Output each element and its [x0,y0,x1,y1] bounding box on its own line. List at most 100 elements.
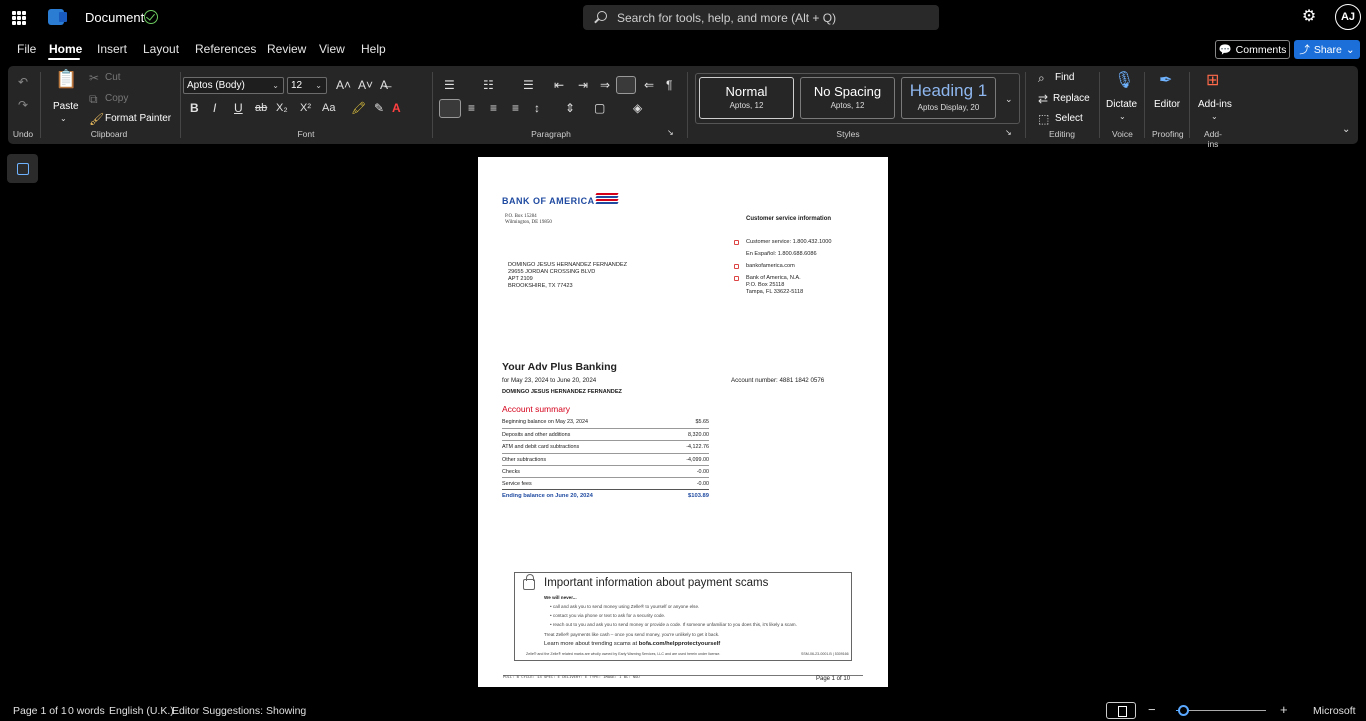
style-no-spacing[interactable]: No Spacing Aptos, 12 [800,77,895,119]
copy-button[interactable]: Copy [105,93,128,104]
tab-home[interactable]: Home [49,42,82,56]
highlighter-icon[interactable]: 🖍 [351,101,366,115]
cloud-saved-icon[interactable] [144,10,158,24]
chevron-down-icon: ⌄ [1345,43,1355,56]
line-spacing-icon[interactable]: ↕ [534,101,540,115]
status-language[interactable]: English (U.K.) [109,705,174,717]
footer-page-number: Page 1 of 10 [816,676,851,682]
tab-insert[interactable]: Insert [97,42,127,56]
font-size-select[interactable]: 12 ⌄ [287,77,327,94]
font-family-value: Aptos (Body) [187,80,245,91]
scam-we-will-never: We will never... [544,595,577,600]
clipboard-icon[interactable]: 📋 [55,70,77,88]
tab-layout[interactable]: Layout [143,42,179,56]
document-title[interactable]: Document [85,10,144,25]
paragraph-spacing-icon[interactable]: ⇕ [565,101,575,115]
replace-button[interactable]: Replace [1053,93,1090,104]
dialog-launcher-icon[interactable]: ↘ [667,126,674,140]
collapse-ribbon-icon[interactable]: ⌄ [1342,123,1350,137]
tab-view[interactable]: View [319,42,345,56]
subscript-button[interactable]: X₂ [276,101,288,115]
search-input[interactable]: Search for tools, help, and more (Alt + … [583,5,939,30]
add-ins-icon[interactable]: ⊞ [1206,73,1219,89]
microphone-icon[interactable]: 🎙 [1114,73,1134,89]
dialog-launcher-icon[interactable]: ↘ [1005,126,1012,140]
summary-row: ATM and debit card subtractions -4,122.76 [502,440,709,452]
font-family-select[interactable]: Aptos (Body) ⌄ [183,77,284,94]
tab-help[interactable]: Help [361,42,386,56]
increase-indent-icon[interactable]: ⇥ [578,78,588,92]
status-page[interactable]: Page 1 of 1 [13,705,67,717]
pilcrow-icon[interactable]: ¶ [666,78,672,92]
document-page[interactable]: BANK OF AMERICA P.O. Box 15284 Wilmingto… [478,157,888,687]
gear-icon[interactable]: ⚙ [1301,9,1317,25]
footer-code: PULL: B CYCLE: 14 SPEC: E DELIVERY: E TY… [503,676,640,680]
multilevel-list-icon[interactable]: ☰ [523,78,534,92]
select-button[interactable]: Select [1055,113,1083,124]
format-painter-icon: 🖌 [89,112,105,126]
navigation-pane-button[interactable] [7,154,38,183]
editor-button[interactable]: Editor [1154,99,1180,110]
add-ins-button[interactable]: Add-ins [1198,99,1232,110]
chevron-down-icon[interactable]: ⌄ [1119,110,1126,124]
share-label: Share [1313,43,1342,56]
find-button[interactable]: Find [1055,72,1074,83]
bullets-icon[interactable]: ☰ [444,78,455,92]
styles-more-icon[interactable]: ⌄ [1005,92,1013,106]
text-effects-icon[interactable]: ✎ [374,101,384,115]
decrease-indent-icon[interactable]: ⇤ [554,78,564,92]
numbering-icon[interactable]: ☷ [483,78,494,92]
tab-references[interactable]: References [195,42,256,56]
print-layout-button[interactable] [1106,702,1136,719]
status-editor-suggestions[interactable]: Editor Suggestions: Showing [172,705,306,717]
tab-file[interactable]: File [17,42,36,56]
style-desc: Aptos Display, 20 [917,103,980,112]
font-color-icon[interactable]: A [392,101,401,115]
redo-icon[interactable]: ↷ [18,98,28,112]
chevron-down-icon[interactable]: ⌄ [60,112,67,126]
share-button[interactable]: ⤴ Share ⌄ [1294,40,1360,59]
underline-button[interactable]: U [234,101,243,115]
editor-icon[interactable]: ✒ [1159,73,1172,89]
summary-total-value: $103.89 [688,493,709,500]
zoom-in-button[interactable]: + [1280,702,1288,717]
tab-review[interactable]: Review [267,42,306,56]
strikethrough-button[interactable]: ab [255,101,267,115]
comments-button[interactable]: 💬 Comments [1215,40,1290,59]
scam-footnote: Zelle® and the Zelle® related marks are … [526,652,721,656]
bold-button[interactable]: B [190,101,199,115]
undo-icon[interactable]: ↶ [18,75,28,89]
ltr-icon[interactable]: ⇒ [600,78,610,92]
shrink-font-icon[interactable]: A˅ [358,78,373,92]
word-logo-icon[interactable] [48,9,67,25]
zoom-slider[interactable] [1176,710,1266,711]
italic-button[interactable]: I [213,101,216,115]
align-right-icon[interactable]: ≡ [490,101,497,115]
style-heading-1[interactable]: Heading 1 Aptos Display, 20 [901,77,996,119]
justify-icon[interactable]: ≡ [512,101,519,115]
style-normal[interactable]: Normal Aptos, 12 [699,77,794,119]
shading-icon[interactable]: ◈ [633,101,642,115]
dictate-button[interactable]: Dictate [1106,99,1137,110]
zoom-out-button[interactable]: − [1148,702,1156,717]
rtl-icon[interactable]: ⇐ [644,78,654,92]
grow-font-icon[interactable]: A˄ [336,78,351,92]
change-case-button[interactable]: Aa [322,101,335,115]
paste-button[interactable]: Paste [53,101,79,112]
chevron-down-icon[interactable]: ⌄ [1211,110,1218,124]
avatar[interactable]: AJ [1335,4,1361,30]
status-bar: Page 1 of 1 0 words English (U.K.) Edito… [0,700,1366,721]
borders-icon[interactable]: ▢ [594,101,605,115]
customer-service-title: Customer service information [746,216,832,222]
align-center-icon[interactable]: ≡ [468,101,475,115]
waffle-icon[interactable] [12,11,26,25]
clear-formatting-icon[interactable]: A̶ [380,78,388,92]
superscript-button[interactable]: X² [300,101,311,115]
format-painter-button[interactable]: Format Painter [105,113,171,124]
status-words[interactable]: 0 words [68,705,105,717]
cs-address-line: Tampa, FL 33622-5118 [746,289,804,295]
cut-button[interactable]: Cut [105,72,121,83]
scam-learn-link[interactable]: bofa.com/helpprotectyourself [639,641,721,647]
phone-icon [734,240,739,245]
summary-row-value: 8,320.00 [688,432,709,439]
